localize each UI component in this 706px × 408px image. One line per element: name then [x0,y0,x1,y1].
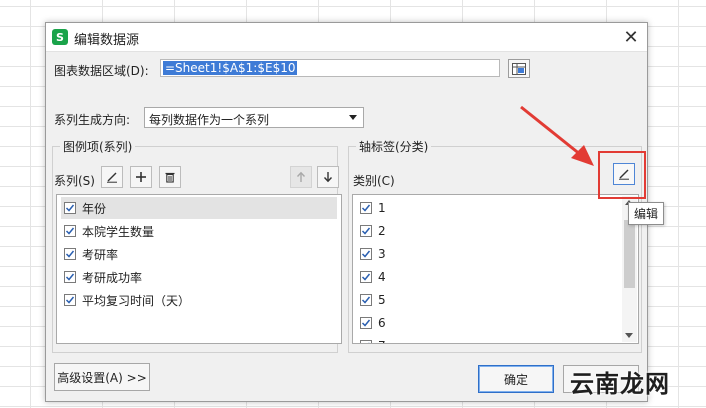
watermark-text: 云南龙网 [570,370,670,398]
annotation-arrow-icon [520,105,594,166]
edit-tooltip: 编辑 [628,202,665,225]
